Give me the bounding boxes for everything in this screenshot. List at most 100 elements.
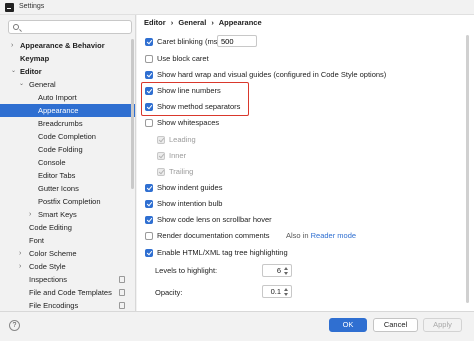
- sidebar-item-label: Keymap: [20, 54, 50, 63]
- sidebar-item-label: Breadcrumbs: [38, 119, 83, 128]
- sidebar-item-label: Editor Tabs: [38, 171, 76, 180]
- sidebar-item-label: Code Editing: [29, 223, 72, 232]
- sidebar-item-label: Console: [38, 158, 66, 167]
- reader-mode-link[interactable]: Reader mode: [311, 231, 356, 240]
- levels-spinner[interactable]: 6: [262, 264, 292, 277]
- cancel-button[interactable]: Cancel: [373, 318, 418, 332]
- help-button[interactable]: ?: [9, 320, 20, 331]
- indent-guides-checkbox[interactable]: [145, 184, 153, 192]
- window-title: Settings: [19, 3, 45, 10]
- sidebar-item-inspections[interactable]: Inspections: [0, 273, 135, 286]
- indent-guides-label: Show indent guides: [157, 183, 223, 192]
- sidebar-item-label: Font: [29, 236, 45, 245]
- sidebar-item-auto-import[interactable]: Auto Import: [0, 91, 135, 104]
- chevron-right-icon[interactable]: ›: [29, 208, 31, 221]
- intention-bulb-checkbox[interactable]: [145, 200, 153, 208]
- intention-bulb-label: Show intention bulb: [157, 199, 223, 208]
- sidebar-item-file-code-templates[interactable]: File and Code Templates: [0, 286, 135, 299]
- ok-button[interactable]: OK: [329, 318, 367, 332]
- sidebar-item-label: Auto Import: [38, 93, 77, 102]
- sidebar-item-label: Smart Keys: [38, 210, 77, 219]
- sidebar-item-label: Code Completion: [38, 132, 96, 141]
- settings-search-box[interactable]: [8, 20, 132, 34]
- block-caret-checkbox[interactable]: [145, 55, 153, 63]
- sidebar-item-editor[interactable]: ⌄ Editor: [0, 65, 135, 78]
- code-lens-checkbox[interactable]: [145, 216, 153, 224]
- sidebar-item-label: File and Code Templates: [29, 288, 112, 297]
- sidebar-item-label: Gutter Icons: [38, 184, 79, 193]
- opacity-option: Opacity:: [155, 287, 183, 299]
- trailing-checkbox[interactable]: [157, 168, 165, 176]
- hard-wrap-label: Show hard wrap and visual guides (config…: [157, 70, 387, 79]
- breadcrumb: Editor › General › Appearance: [144, 18, 265, 30]
- sidebar-item-postfix-completion[interactable]: Postfix Completion: [0, 195, 135, 208]
- whitespaces-checkbox[interactable]: [145, 119, 153, 127]
- breadcrumb-separator: ›: [211, 18, 214, 27]
- sidebar-item-console[interactable]: Console: [0, 156, 135, 169]
- sidebar-item-general[interactable]: ⌄ General: [0, 78, 135, 91]
- tag-tree-label: Enable HTML/XML tag tree highlighting: [157, 248, 288, 257]
- sidebar-item-label: Color Scheme: [29, 249, 77, 258]
- chevron-right-icon[interactable]: ›: [19, 260, 21, 273]
- opacity-label: Opacity:: [155, 288, 183, 297]
- sidebar-item-code-style[interactable]: › Code Style: [0, 260, 135, 273]
- spinner-arrows-icon[interactable]: [283, 266, 290, 276]
- title-bar: Settings: [0, 0, 474, 15]
- sidebar-item-code-completion[interactable]: Code Completion: [0, 130, 135, 143]
- render-docs-checkbox[interactable]: [145, 232, 153, 240]
- sidebar-item-gutter-icons[interactable]: Gutter Icons: [0, 182, 135, 195]
- spinner-arrows-icon[interactable]: [283, 287, 290, 297]
- breadcrumb-separator: ›: [170, 18, 174, 27]
- code-lens-label: Show code lens on scrollbar hover: [157, 215, 272, 224]
- sidebar-item-code-folding[interactable]: Code Folding: [0, 143, 135, 156]
- content-scrollbar[interactable]: [466, 35, 469, 303]
- sidebar-item-smart-keys[interactable]: › Smart Keys: [0, 208, 135, 221]
- chevron-down-icon[interactable]: ⌄: [19, 78, 24, 91]
- chevron-down-icon[interactable]: ⌄: [11, 65, 16, 78]
- reader-mode-hint: Also in Reader mode: [286, 230, 356, 242]
- breadcrumb-general[interactable]: General: [178, 18, 206, 27]
- chevron-right-icon[interactable]: ›: [11, 39, 13, 52]
- leading-checkbox[interactable]: [157, 136, 165, 144]
- tag-tree-checkbox[interactable]: [145, 249, 153, 257]
- sidebar-item-appearance[interactable]: Appearance: [0, 104, 135, 117]
- inner-label: Inner: [169, 151, 187, 160]
- project-settings-icon: [119, 276, 125, 283]
- leading-label: Leading: [169, 135, 196, 144]
- apply-button[interactable]: Apply: [423, 318, 462, 332]
- inner-checkbox[interactable]: [157, 152, 165, 160]
- breadcrumb-editor[interactable]: Editor: [144, 18, 166, 27]
- sidebar-item-breadcrumbs[interactable]: Breadcrumbs: [0, 117, 135, 130]
- sidebar-item-code-editing[interactable]: Code Editing: [0, 221, 135, 234]
- hard-wrap-checkbox[interactable]: [145, 71, 153, 79]
- dialog-footer: ? OK Cancel Apply: [0, 311, 474, 341]
- app-logo-icon: [5, 3, 14, 12]
- sidebar-item-keymap[interactable]: Keymap: [0, 52, 135, 65]
- project-settings-icon: [119, 302, 125, 309]
- reader-mode-note: Also in: [286, 231, 309, 240]
- caret-blinking-checkbox[interactable]: [145, 38, 153, 46]
- sidebar-scrollbar[interactable]: [131, 39, 134, 189]
- whitespaces-label: Show whitespaces: [157, 118, 220, 127]
- settings-sidebar: › Appearance & Behavior Keymap ⌄ Editor …: [0, 15, 136, 311]
- project-settings-icon: [119, 289, 125, 296]
- annotation-highlight-box: [141, 82, 249, 116]
- sidebar-item-editor-tabs[interactable]: Editor Tabs: [0, 169, 135, 182]
- sidebar-item-label: Editor: [20, 67, 42, 76]
- opacity-spinner[interactable]: 0.1: [262, 285, 292, 298]
- render-docs-label: Render documentation comments: [157, 231, 270, 240]
- search-icon: [13, 24, 19, 30]
- opacity-value: 0.1: [270, 287, 281, 296]
- sidebar-item-font[interactable]: Font: [0, 234, 135, 247]
- sidebar-item-label: Inspections: [29, 275, 67, 284]
- search-input[interactable]: [23, 22, 129, 32]
- sidebar-item-appearance-behavior[interactable]: › Appearance & Behavior: [0, 39, 135, 52]
- sidebar-item-label: Code Style: [29, 262, 66, 271]
- levels-option: Levels to highlight:: [155, 265, 217, 277]
- sidebar-item-color-scheme[interactable]: › Color Scheme: [0, 247, 135, 260]
- caret-blinking-input[interactable]: [217, 35, 257, 47]
- levels-value: 6: [276, 266, 281, 275]
- chevron-right-icon[interactable]: ›: [19, 247, 21, 260]
- sidebar-item-label: General: [29, 80, 56, 89]
- sidebar-item-label: Code Folding: [38, 145, 83, 154]
